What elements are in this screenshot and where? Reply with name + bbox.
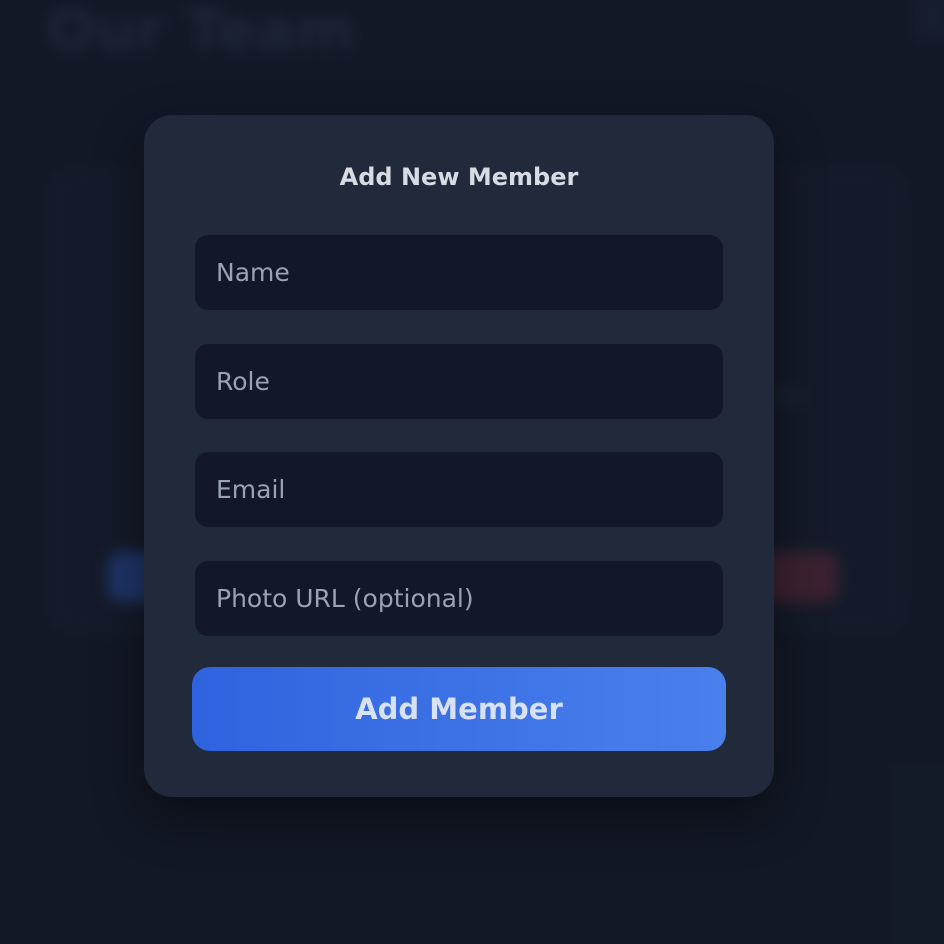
role-input[interactable] — [195, 344, 723, 419]
photo-url-input[interactable] — [195, 561, 723, 636]
email-input[interactable] — [195, 452, 723, 527]
app-screen: Our Team Add New Member Add Member — [0, 0, 944, 944]
modal-title: Add New Member — [339, 163, 579, 191]
add-member-button[interactable]: Add Member — [192, 667, 726, 751]
add-member-modal: Add New Member Add Member — [144, 115, 774, 797]
name-input[interactable] — [195, 235, 723, 310]
